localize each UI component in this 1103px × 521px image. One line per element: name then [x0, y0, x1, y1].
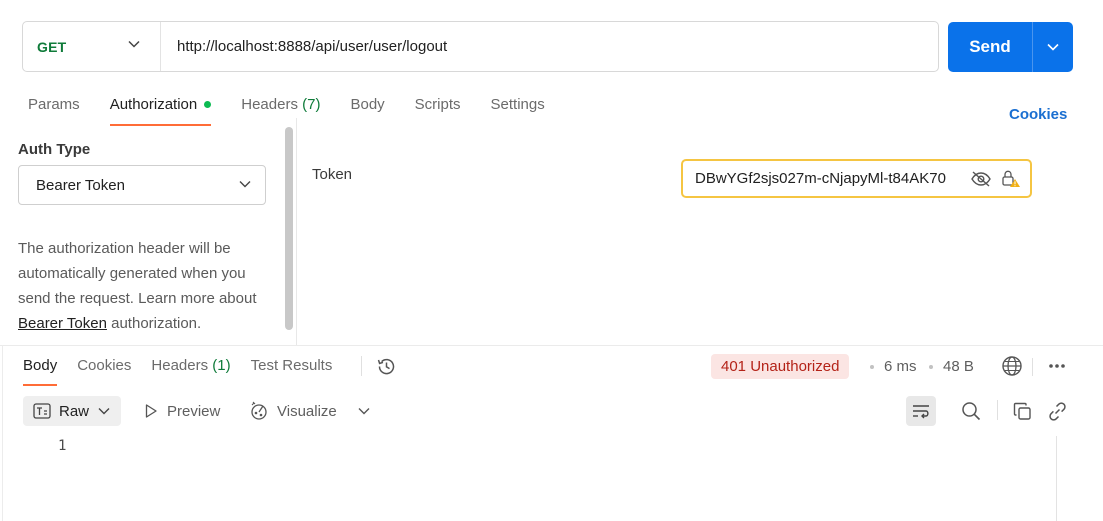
tab-separator: [361, 356, 362, 376]
response-tab-cookies[interactable]: Cookies: [77, 357, 131, 386]
status-badge[interactable]: 401 Unauthorized: [711, 354, 850, 379]
format-label: Raw: [59, 402, 90, 420]
wrap-lines-icon: [913, 405, 929, 419]
tab-label: Body: [23, 357, 58, 374]
response-tab-headers[interactable]: Headers (1): [151, 357, 230, 386]
copy-icon[interactable]: [1013, 402, 1032, 421]
method-label: GET: [37, 38, 67, 55]
tab-label: Headers: [241, 96, 298, 113]
auth-type-value: Bearer Token: [36, 176, 125, 194]
panel-divider[interactable]: [296, 118, 297, 345]
tab-params[interactable]: Params: [28, 96, 80, 126]
preview-label: Preview: [167, 402, 221, 420]
chevron-down-icon: [239, 181, 251, 188]
active-dot-icon: [204, 100, 212, 108]
search-icon[interactable]: [961, 401, 981, 421]
link-icon[interactable]: [1047, 401, 1068, 422]
auth-desc-text-end: authorization.: [106, 315, 202, 332]
tab-label: Params: [28, 96, 80, 113]
globe-icon[interactable]: [1001, 355, 1023, 377]
visualize-button[interactable]: Visualize: [249, 396, 337, 426]
send-button[interactable]: Send: [948, 22, 1073, 72]
more-options-icon[interactable]: [1047, 360, 1067, 372]
token-label: Token: [312, 166, 353, 183]
tab-scripts[interactable]: Scripts: [415, 96, 461, 126]
toolbar-separator: [997, 400, 998, 420]
auth-type-select[interactable]: Bearer Token: [18, 165, 266, 205]
preview-button[interactable]: Preview: [143, 396, 220, 426]
chevron-down-icon: [128, 40, 140, 48]
visualize-label: Visualize: [277, 402, 337, 420]
response-tab-test-results[interactable]: Test Results: [251, 357, 333, 386]
line-number: 1: [58, 438, 67, 454]
send-label: Send: [969, 37, 1011, 56]
chevron-down-icon: [1047, 43, 1059, 51]
editor-scroll-track[interactable]: [1056, 436, 1057, 521]
tab-authorization[interactable]: Authorization: [109, 96, 212, 126]
format-select[interactable]: Raw: [23, 396, 121, 426]
play-icon: [145, 404, 157, 418]
auth-type-title: Auth Type: [18, 141, 91, 158]
token-text: DBwYGf2sjs027m-cNjapyMl-t84AK70: [695, 170, 946, 187]
response-time[interactable]: 6 ms: [884, 358, 917, 375]
url-input[interactable]: http://localhost:8888/api/user/user/logo…: [161, 38, 447, 55]
response-tab-body[interactable]: Body: [23, 357, 58, 386]
send-options-button[interactable]: [1033, 43, 1073, 51]
tab-label: Settings: [490, 96, 545, 113]
request-bar: GET http://localhost:8888/api/user/user/…: [22, 21, 939, 72]
left-edge-line: [2, 345, 3, 521]
history-icon[interactable]: [376, 356, 397, 377]
tab-settings[interactable]: Settings: [491, 96, 545, 126]
scrollbar-thumb[interactable]: [285, 127, 293, 330]
chevron-down-icon[interactable]: [358, 407, 370, 415]
token-value: DBwYGf2sjs027m-cNjapyMl-t84AK70: [683, 170, 964, 187]
response-tabs: Body Cookies Headers (1) Test Results: [23, 357, 352, 386]
response-size[interactable]: 48 B: [943, 358, 974, 375]
hide-token-icon[interactable]: [970, 170, 992, 187]
meta-separator: [1032, 358, 1033, 376]
request-tabs: Params Authorization Headers (7) Body Sc…: [28, 96, 575, 126]
visualize-icon: [251, 401, 267, 420]
vault-lock-warning-icon[interactable]: [1000, 170, 1022, 188]
tab-count: (1): [212, 357, 231, 374]
tab-headers[interactable]: Headers (7): [241, 96, 320, 126]
wrap-lines-button[interactable]: [906, 396, 936, 426]
tab-label: Cookies: [77, 357, 132, 374]
response-divider[interactable]: [0, 345, 1103, 346]
tab-label: Headers: [151, 357, 209, 374]
tab-count: (7): [302, 96, 321, 113]
method-select[interactable]: GET: [23, 22, 161, 71]
meta-dot: [929, 365, 933, 369]
token-input[interactable]: DBwYGf2sjs027m-cNjapyMl-t84AK70: [681, 159, 1032, 198]
auth-desc-text: The authorization header will be automat…: [18, 240, 257, 307]
tab-label: Test Results: [250, 357, 333, 374]
text-format-icon: [33, 403, 51, 419]
cookies-link[interactable]: Cookies: [1009, 106, 1067, 123]
tab-label: Authorization: [109, 96, 198, 113]
auth-description: The authorization header will be automat…: [18, 236, 280, 336]
bearer-token-link[interactable]: Bearer Token: [18, 315, 107, 332]
tab-body[interactable]: Body: [350, 96, 384, 126]
meta-dot: [870, 365, 874, 369]
chevron-down-icon: [98, 408, 110, 415]
tab-label: Body: [350, 96, 385, 113]
tab-label: Scripts: [414, 96, 461, 113]
